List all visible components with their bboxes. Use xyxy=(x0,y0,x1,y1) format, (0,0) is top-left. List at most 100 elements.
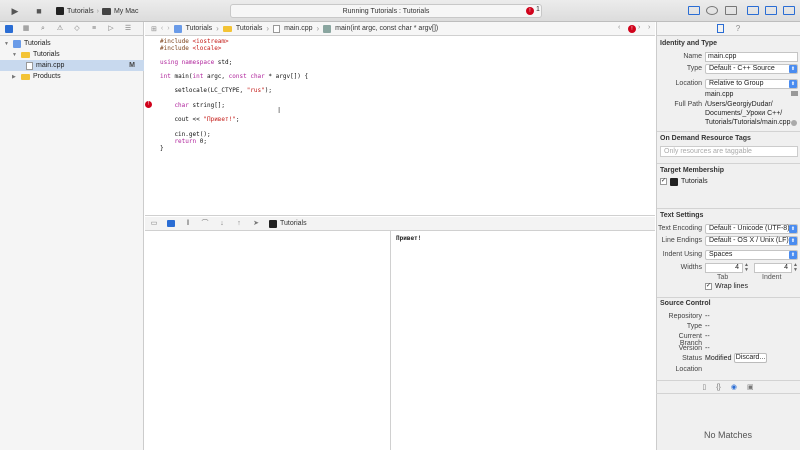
code-line: int main(int argc, const char * argv[]) … xyxy=(160,73,309,80)
location-label: Location xyxy=(675,80,702,87)
breakpoints-toggle-icon[interactable] xyxy=(167,220,175,227)
hide-debug-area-icon[interactable]: ▭ xyxy=(150,220,158,227)
variables-view[interactable] xyxy=(145,231,391,450)
location-icon[interactable]: ➤ xyxy=(252,220,260,227)
breadcrumb-file[interactable]: main.cpp xyxy=(284,25,312,32)
nav-item-label: main.cpp xyxy=(36,62,65,69)
target-name: Tutorials xyxy=(681,178,708,185)
code-snippet-icon[interactable]: {} xyxy=(716,384,721,391)
symbol-navigator-icon[interactable]: ▦ xyxy=(22,25,30,33)
fullpath-line: /Users/GeorgiyDudar/ xyxy=(705,101,773,108)
pause-icon[interactable]: ‖ xyxy=(184,220,192,227)
repo-value: -- xyxy=(705,313,710,320)
location-popup[interactable]: Relative to Group xyxy=(705,79,798,89)
scheme-selector[interactable]: Tutorials › My Mac xyxy=(56,5,138,17)
disclosure-icon[interactable]: ▼ xyxy=(12,52,18,58)
error-icon[interactable]: ! xyxy=(526,7,534,15)
nav-item-project[interactable]: ▼ Tutorials xyxy=(0,38,144,49)
quick-help-icon[interactable]: ? xyxy=(736,24,740,33)
type-popup[interactable]: Default - C++ Source xyxy=(705,64,798,74)
error-count[interactable]: 1 xyxy=(536,6,540,13)
related-items-icon[interactable]: ⊞ xyxy=(151,25,157,33)
report-navigator-icon[interactable]: ☰ xyxy=(124,25,132,33)
stop-button[interactable]: ■ xyxy=(32,4,46,18)
code-line: return 0; xyxy=(160,138,207,145)
wrap-lines-label: Wrap lines xyxy=(715,283,748,290)
debug-bar: ▭ ‖ ⌒ ↓ ↑ ➤ Tutorials xyxy=(145,217,655,231)
issue-icon[interactable]: ! xyxy=(628,25,636,33)
disclosure-icon[interactable]: ▼ xyxy=(4,41,10,47)
nav-item-group[interactable]: ▼ Tutorials xyxy=(0,49,144,60)
forward-icon[interactable]: › xyxy=(167,25,169,32)
toggle-navigator-icon[interactable] xyxy=(747,6,759,15)
nav-item-label: Tutorials xyxy=(24,40,51,47)
section-header: Target Membership xyxy=(660,167,725,174)
indent-stepper[interactable]: ▲ ▼ xyxy=(793,263,799,273)
step-out-icon[interactable]: ↑ xyxy=(235,220,243,227)
step-into-icon[interactable]: ↓ xyxy=(218,220,226,227)
nav-item-main-cpp[interactable]: main.cpp M xyxy=(0,60,144,71)
location-file: main.cpp xyxy=(705,91,734,98)
error-marker-icon[interactable]: ! xyxy=(145,101,152,108)
console-output: Привет! xyxy=(396,235,422,242)
indent-popup[interactable]: Spaces xyxy=(705,250,798,260)
media-library-icon[interactable]: ▣ xyxy=(747,383,754,391)
endings-popup[interactable]: Default - OS X / Unix (LF) xyxy=(705,236,798,246)
code-line-error: char string[]; xyxy=(160,102,226,109)
indent-label: Indent Using xyxy=(662,251,702,258)
folder-icon xyxy=(21,73,30,80)
code-line: setlocale(LC_CTYPE, "rus"); xyxy=(160,87,272,94)
file-template-icon[interactable]: ▯ xyxy=(702,383,706,391)
encoding-label: Text Encoding xyxy=(658,225,702,232)
name-label: Name xyxy=(683,53,702,60)
breadcrumb-project[interactable]: Tutorials xyxy=(186,25,213,32)
console-view[interactable]: Привет! xyxy=(392,231,655,450)
standard-editor-icon[interactable] xyxy=(688,6,700,15)
wrap-lines-checkbox[interactable]: ✓ xyxy=(705,283,712,290)
breakpoint-navigator-icon[interactable]: ▷ xyxy=(107,25,115,33)
reveal-arrow-icon[interactable] xyxy=(791,120,797,126)
inspector-tabs: ? xyxy=(656,22,800,36)
folder-icon[interactable] xyxy=(791,91,798,96)
name-field[interactable]: main.cpp xyxy=(705,52,798,62)
breadcrumb-group[interactable]: Tutorials xyxy=(236,25,263,32)
project-icon xyxy=(13,39,21,48)
scheme-destination: My Mac xyxy=(113,7,139,15)
encoding-popup[interactable]: Default - Unicode (UTF-8) xyxy=(705,224,798,234)
debug-target: Tutorials xyxy=(280,220,307,227)
toggle-debug-area-icon[interactable] xyxy=(765,6,777,15)
add-editor-icon[interactable]: › xyxy=(648,24,650,31)
disclosure-icon[interactable]: ▶ xyxy=(12,74,18,80)
target-checkbox[interactable]: ✓ xyxy=(660,178,667,185)
tags-field[interactable]: Only resources are taggable xyxy=(660,146,798,157)
repo-label: Repository xyxy=(668,313,702,320)
source-editor[interactable]: #include <iostream> #include <locale> us… xyxy=(145,36,655,216)
prev-issue-icon[interactable]: ‹ xyxy=(618,24,620,31)
code-line: } xyxy=(160,145,164,152)
issue-navigator-icon[interactable]: ⚠ xyxy=(56,25,64,33)
debug-navigator-icon[interactable]: ≡ xyxy=(90,25,98,33)
widths-label: Widths xyxy=(680,264,702,271)
folder-icon xyxy=(222,25,232,32)
nav-item-products[interactable]: ▶ Products xyxy=(0,71,144,82)
object-library-icon[interactable]: ◉ xyxy=(731,383,737,391)
find-navigator-icon[interactable]: ⌕ xyxy=(39,25,47,33)
file-inspector-icon[interactable] xyxy=(716,24,724,33)
toggle-utilities-icon[interactable] xyxy=(783,6,795,15)
tab-stepper[interactable]: ▲ ▼ xyxy=(744,263,750,273)
run-button[interactable]: ▶ xyxy=(8,4,22,18)
modified-badge: M xyxy=(129,62,135,69)
status-label: Status xyxy=(682,355,702,362)
next-issue-icon[interactable]: › xyxy=(638,24,640,31)
breadcrumb-function[interactable]: main(int argc, const char * argv[]) xyxy=(335,25,438,32)
assistant-editor-icon[interactable] xyxy=(706,6,718,15)
back-icon[interactable]: ‹ xyxy=(161,25,163,32)
indent-width-field[interactable]: 4 xyxy=(754,263,792,273)
version-editor-icon[interactable] xyxy=(725,6,737,15)
tab-width-field[interactable]: 4 xyxy=(705,263,743,273)
step-over-icon[interactable]: ⌒ xyxy=(201,220,209,227)
discard-button[interactable]: Discard... xyxy=(734,353,767,363)
project-navigator-icon[interactable] xyxy=(5,24,13,33)
test-navigator-icon[interactable]: ◇ xyxy=(73,25,81,33)
fullpath-line: Documents/_Уроки C++/ xyxy=(705,110,783,117)
